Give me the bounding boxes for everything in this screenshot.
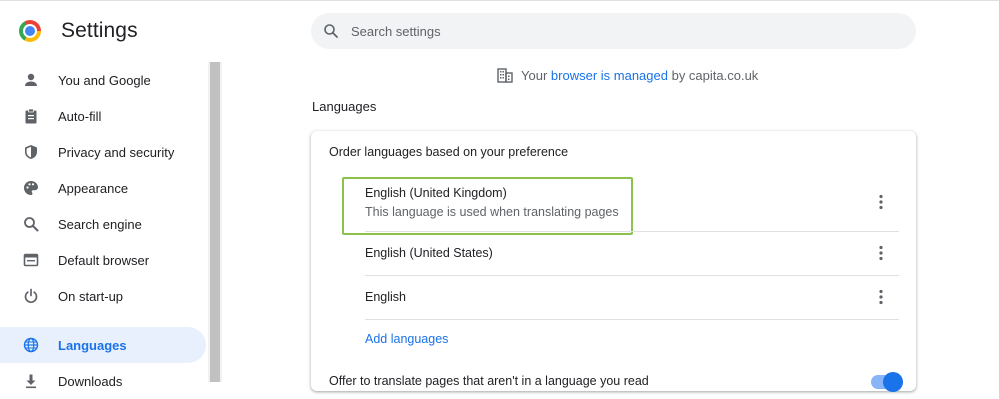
sidebar-item-label: Default browser: [58, 252, 150, 268]
more-options-icon[interactable]: [871, 287, 891, 307]
search-icon: [324, 24, 338, 38]
sidebar-item-label: Privacy and security: [58, 144, 175, 160]
page-title: Settings: [61, 19, 138, 42]
palette-icon: [22, 179, 40, 197]
managed-suffix: by capita.co.uk: [671, 67, 759, 83]
language-name: English: [365, 290, 406, 304]
language-name: English (United Kingdom): [365, 186, 507, 200]
power-icon: [22, 287, 40, 305]
clipboard-icon: [22, 107, 40, 125]
browser-icon: [22, 251, 40, 269]
language-row: English (United States): [365, 232, 899, 275]
more-options-icon[interactable]: [871, 243, 891, 263]
more-options-icon[interactable]: [871, 192, 891, 212]
managed-notice: Your browser is managed by capita.co.uk: [497, 66, 758, 84]
section-title-languages: Languages: [312, 99, 377, 114]
sidebar-item-privacy-and-security[interactable]: Privacy and security: [0, 134, 208, 170]
sidebar-item-default-browser[interactable]: Default browser: [0, 242, 208, 278]
sidebar-item-appearance[interactable]: Appearance: [0, 170, 208, 206]
managed-link[interactable]: browser is managed: [551, 68, 668, 83]
language-row: English (United Kingdom) This language i…: [365, 185, 899, 231]
sidebar-item-label: On start-up: [58, 288, 124, 304]
sidebar-nav: You and Google Auto-fill Privacy and sec…: [0, 62, 208, 389]
sidebar-item-downloads[interactable]: Downloads: [0, 363, 208, 399]
offer-translate-label: Offer to translate pages that aren't in …: [329, 374, 649, 388]
language-description: This language is used when translating p…: [365, 205, 619, 219]
sidebar-item-label: Search engine: [58, 216, 142, 232]
language-row: English: [365, 276, 899, 319]
order-languages-label: Order languages based on your preference: [329, 145, 569, 159]
sidebar-item-label: Auto-fill: [58, 108, 102, 124]
download-icon: [22, 372, 40, 390]
search-bar[interactable]: [311, 13, 916, 49]
search-icon: [22, 215, 40, 233]
languages-card: Order languages based on your preference…: [311, 131, 916, 392]
shield-icon: [22, 143, 40, 161]
sidebar-item-label: Downloads: [58, 373, 123, 389]
sidebar-item-search-engine[interactable]: Search engine: [0, 206, 208, 242]
sidebar-scrollbar-thumb[interactable]: [210, 62, 220, 382]
person-icon: [22, 71, 40, 89]
offer-translate-toggle[interactable]: [871, 372, 903, 392]
window-top-border: [0, 0, 999, 1]
building-icon: [497, 68, 513, 83]
language-name: English (United States): [365, 246, 493, 260]
sidebar-item-languages[interactable]: Languages: [0, 327, 206, 363]
managed-prefix: Your: [521, 67, 548, 83]
sidebar-item-auto-fill[interactable]: Auto-fill: [0, 98, 208, 134]
add-languages-link[interactable]: Add languages: [365, 332, 448, 346]
row-divider: [365, 319, 899, 320]
sidebar-item-label: Appearance: [58, 180, 129, 196]
globe-icon: [22, 336, 40, 354]
sidebar-item-label: Languages: [58, 337, 127, 353]
sidebar-item-you-and-google[interactable]: You and Google: [0, 62, 208, 98]
search-input[interactable]: [351, 13, 891, 49]
sidebar-item-on-start-up[interactable]: On start-up: [0, 278, 208, 314]
chrome-logo-icon: [19, 20, 41, 42]
sidebar-item-label: You and Google: [58, 72, 151, 88]
